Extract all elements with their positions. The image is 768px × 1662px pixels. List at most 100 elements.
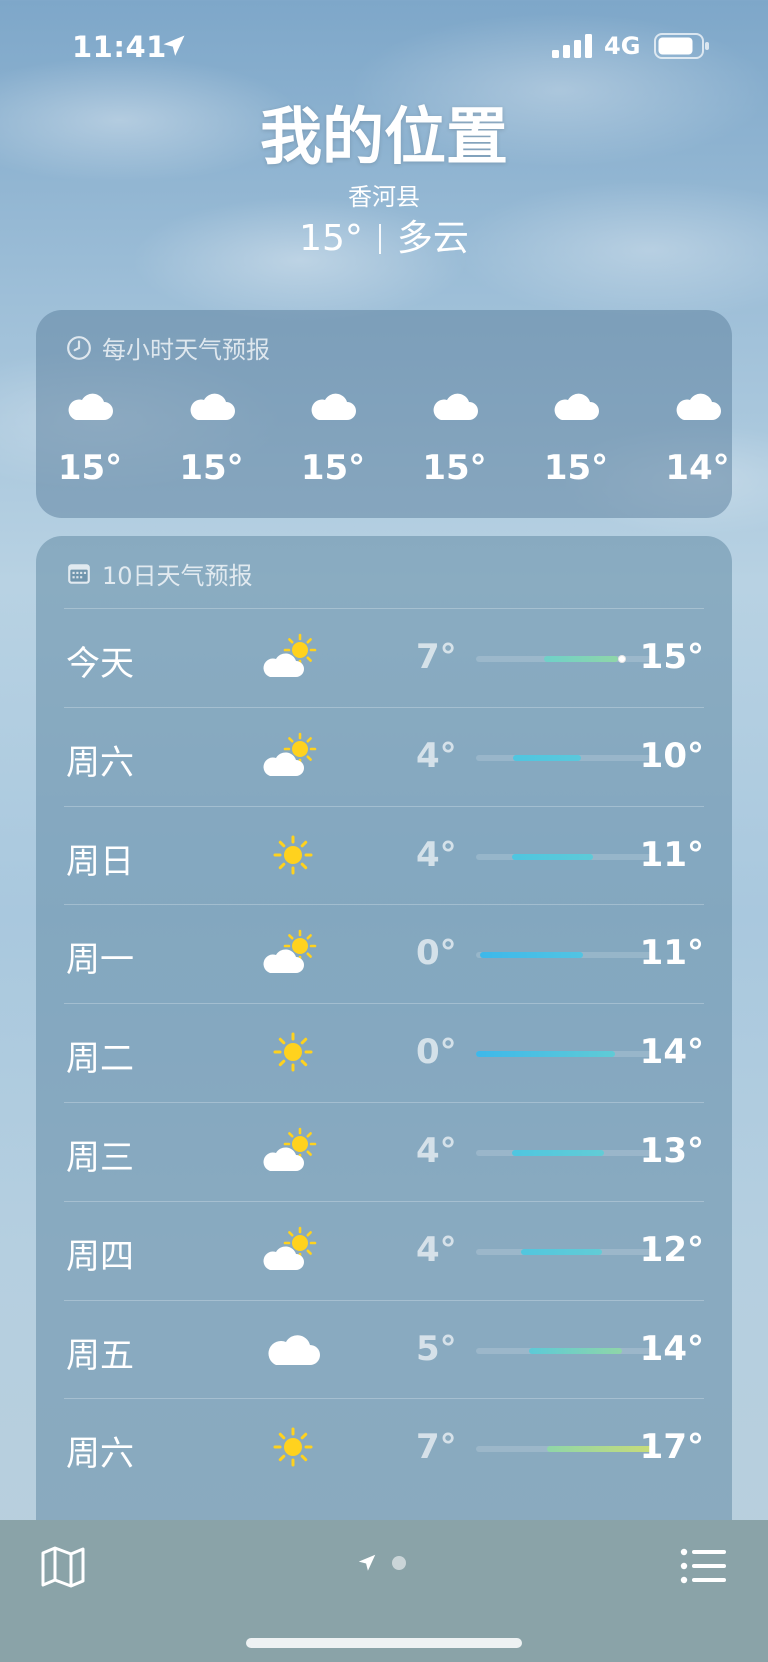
location-header: 我的位置 香河县 15° 多云: [0, 100, 768, 264]
day-name: 周日: [66, 841, 134, 882]
day-name: 周六: [66, 742, 134, 783]
signal-icon: [552, 34, 592, 58]
daily-title: 10日天气预报: [66, 556, 253, 591]
hourly-title: 每小时天气预报: [66, 330, 270, 365]
cloud-icon: [550, 388, 602, 424]
calendar-icon: [68, 563, 90, 584]
day-name: 周二: [66, 1039, 134, 1080]
day-name: 周四: [66, 1236, 134, 1277]
high-temp: 15°: [639, 637, 704, 677]
hourly-temp: 15°: [543, 448, 609, 488]
high-temp: 11°: [639, 834, 704, 875]
temp-range-track: [476, 1446, 654, 1453]
current-temp-dot: [617, 655, 626, 663]
hourly-title-text: 每小时天气预报: [102, 336, 270, 364]
daily-row[interactable]: 周二 0° 14°: [64, 1003, 704, 1102]
cloud-icon: [186, 388, 238, 424]
network-type: 4G: [604, 32, 641, 60]
temp-range-track: [476, 1347, 654, 1354]
daily-row[interactable]: 周五 5° 14°: [64, 1299, 704, 1399]
cloud-icon: [429, 388, 481, 424]
high-temp: 11°: [639, 933, 704, 974]
temp-range-track: [476, 655, 654, 663]
temp-range-track: [476, 1149, 654, 1156]
temp-range-track: [476, 853, 654, 860]
status-time: 11:41: [72, 30, 167, 64]
day-name: 周五: [66, 1335, 134, 1376]
location-title: 我的位置: [259, 100, 508, 173]
low-temp: 7°: [416, 1427, 457, 1468]
day-name: 今天: [66, 644, 134, 684]
status-bar: 11:41 4G: [0, 26, 768, 66]
partly-sunny-icon: [262, 1226, 324, 1274]
temp-range-track: [476, 1051, 654, 1058]
hourly-temp: 15°: [422, 448, 487, 488]
sun-icon: [262, 1028, 324, 1076]
separator: [378, 224, 381, 254]
low-temp: 0°: [416, 1032, 457, 1073]
high-temp: 10°: [639, 735, 704, 776]
temp-range-bar: [511, 1149, 605, 1156]
cloud-icon: [672, 388, 724, 424]
sun-icon: [262, 831, 324, 879]
high-temp: 14°: [639, 1032, 704, 1073]
daily-row[interactable]: 周一 0° 11°: [64, 904, 704, 1003]
temp-range-track: [476, 1248, 654, 1255]
low-temp: 0°: [416, 933, 457, 974]
hourly-item: 15°: [536, 372, 616, 488]
hourly-item: 15°: [50, 372, 130, 488]
partly-sunny-icon: [262, 732, 324, 780]
daily-forecast-card[interactable]: 10日天气预报 今天 7° 15° 周六 4° 10° 周日 4° 11° 周一 0° 11° 周二 0°…: [36, 536, 732, 1662]
location-arrow-icon: [358, 1554, 376, 1571]
hourly-item: 15°: [415, 372, 495, 488]
current-temp: 15°: [299, 218, 363, 259]
day-name: 周一: [66, 940, 134, 981]
high-temp: 14°: [639, 1328, 704, 1369]
daily-row[interactable]: 周六 4° 10°: [64, 706, 704, 806]
hourly-list[interactable]: 15° 15° 15° 15° 15° 14°: [36, 372, 732, 512]
clock-icon: [67, 335, 91, 360]
current-summary: 15° 多云: [0, 214, 768, 264]
temp-range-track: [476, 754, 654, 761]
high-temp: 13°: [639, 1130, 704, 1171]
page-indicator[interactable]: [356, 1552, 406, 1574]
day-name: 周三: [66, 1137, 134, 1178]
daily-title-text: 10日天气预报: [102, 562, 253, 590]
temp-range-bar: [511, 853, 594, 860]
daily-row[interactable]: 今天 7° 15°: [64, 608, 704, 707]
temp-range-bar: [520, 1248, 603, 1255]
location-arrow-icon: [163, 35, 185, 56]
partly-sunny-icon: [262, 633, 324, 681]
day-name: 周六: [66, 1434, 134, 1475]
low-temp: 4°: [416, 1229, 457, 1270]
daily-row[interactable]: 周日 4° 11°: [64, 805, 704, 905]
low-temp: 4°: [416, 1130, 457, 1171]
home-indicator[interactable]: [246, 1638, 522, 1648]
battery-icon: [654, 33, 709, 59]
page-dot: [392, 1556, 406, 1570]
partly-sunny-icon: [262, 929, 324, 977]
temp-range-bar: [479, 952, 583, 959]
map-icon[interactable]: [40, 1544, 86, 1590]
list-icon[interactable]: [680, 1546, 728, 1586]
hourly-temp: 15°: [179, 448, 244, 488]
hourly-item: 15°: [172, 372, 252, 488]
temp-range-bar: [547, 1446, 654, 1453]
low-temp: 4°: [416, 735, 457, 776]
cloud-icon: [307, 388, 359, 424]
temp-range-bar: [543, 656, 619, 662]
temp-range-bar: [513, 754, 581, 761]
daily-row[interactable]: 周三 4° 13°: [64, 1101, 704, 1201]
temp-range-bar: [529, 1347, 622, 1354]
hourly-temp: 14°: [665, 448, 730, 488]
partly-sunny-icon: [262, 1127, 324, 1175]
daily-row[interactable]: 周四 4° 12°: [64, 1200, 704, 1300]
hourly-item: 15°: [293, 372, 373, 488]
cloud-icon: [64, 388, 116, 424]
hourly-temp: 15°: [57, 448, 123, 488]
hourly-forecast-card[interactable]: 每小时天气预报 15° 15° 15° 15° 15° 14°: [36, 310, 732, 518]
hourly-temp: 15°: [300, 448, 366, 488]
sublocation: 香河县: [348, 183, 420, 211]
daily-list: 今天 7° 15° 周六 4° 10° 周日 4° 11° 周一 0° 11° 周二 0° 14° 周三 4° 1…: [64, 608, 704, 1497]
daily-row[interactable]: 周六 7° 17°: [64, 1398, 704, 1497]
